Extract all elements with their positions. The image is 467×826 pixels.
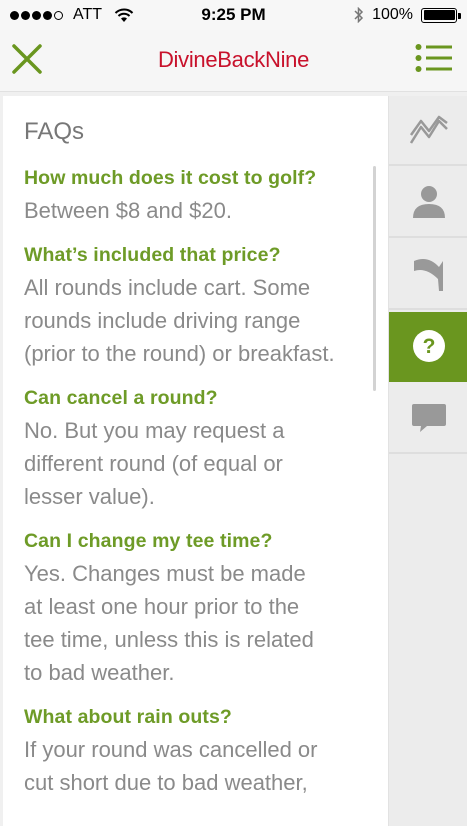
faq-panel: FAQs How much does it cost to golf? Betwe… (3, 96, 388, 826)
faq-answer-line: (prior to the round) or breakfast. (24, 341, 335, 366)
faq-answer: If your round was cancelled or cut short … (24, 733, 369, 799)
status-bar: ATT 9:25 PM 100% (0, 0, 467, 30)
sidebar-item-faq[interactable]: ? (389, 312, 467, 382)
faq-question: How much does it cost to golf? (24, 167, 317, 189)
battery-icon (421, 7, 461, 23)
status-right: 100% (354, 6, 461, 24)
sidebar-item-messages[interactable] (389, 384, 467, 454)
nav-bar: DivineBackNine (0, 30, 467, 92)
app-title: DivineBackNine (157, 47, 310, 72)
sidebar-item-stats[interactable] (389, 96, 467, 166)
svg-text:?: ? (422, 335, 435, 358)
flag-icon (413, 259, 443, 291)
person-icon (412, 186, 445, 218)
faq-item: Can cancel a round? No. But you may reque… (24, 382, 369, 513)
question-icon: ? (412, 330, 445, 362)
faq-question: Can I change my tee time? (24, 530, 273, 552)
battery-percent: 100% (372, 6, 413, 23)
list-menu-icon (415, 44, 452, 72)
faq-answer-line: to bad weather. (24, 660, 175, 685)
faq-answer: No. But you may request a different round… (24, 414, 369, 513)
faq-answer: Yes. Changes must be made at least one ho… (24, 557, 369, 689)
page-title: FAQs (24, 118, 85, 145)
faq-question: What’s included that price? (24, 244, 281, 266)
faq-list: How much does it cost to golf? Between $8… (24, 162, 369, 811)
faq-item: Can I change my tee time? Yes. Changes mu… (24, 525, 369, 689)
faq-answer: Between $8 and $20. (24, 194, 369, 227)
faq-item: What about rain outs? If your round was c… (24, 701, 369, 799)
menu-button[interactable] (415, 43, 453, 73)
faq-answer-line: No. But you may request a (24, 418, 285, 443)
scrollbar[interactable] (373, 166, 376, 391)
chat-bubble-icon (411, 404, 446, 432)
faq-answer-line: cut short due to bad weather, (24, 770, 308, 795)
faq-answer: All rounds include cart. Some rounds incl… (24, 271, 369, 370)
faq-answer-line: Yes. Changes must be made (24, 561, 306, 586)
bluetooth-icon (354, 7, 364, 23)
faq-question: What about rain outs? (24, 706, 232, 728)
faq-question: Can cancel a round? (24, 387, 218, 409)
faq-answer-line: tee time, unless this is related (24, 627, 314, 652)
faq-answer-line: lesser value). (24, 484, 155, 509)
sidebar-item-profile[interactable] (389, 168, 467, 238)
sidebar-item-courses[interactable] (389, 240, 467, 310)
faq-answer-line: Between $8 and $20. (24, 198, 232, 223)
faq-item: What’s included that price? All rounds in… (24, 239, 369, 370)
sidebar: ? (388, 96, 467, 826)
faq-answer-line: If your round was cancelled or (24, 737, 318, 762)
faq-answer-line: at least one hour prior to the (24, 594, 300, 619)
faq-answer-line: rounds include driving range (24, 308, 301, 333)
faq-item: How much does it cost to golf? Between $8… (24, 162, 369, 227)
trend-chart-icon (409, 115, 448, 144)
faq-answer-line: All rounds include cart. Some (24, 275, 311, 300)
faq-answer-line: different round (of equal or (24, 451, 283, 476)
